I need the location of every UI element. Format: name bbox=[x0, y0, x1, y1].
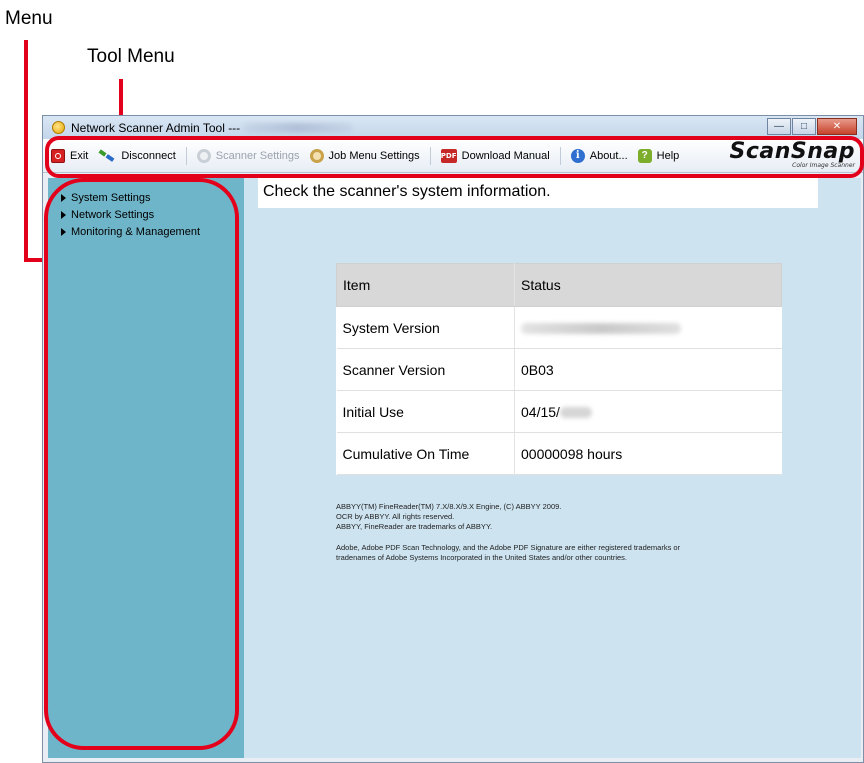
table-row: Initial Use 04/15/ bbox=[336, 390, 782, 433]
window-controls: — □ ✕ bbox=[767, 118, 857, 135]
column-header-item: Item bbox=[336, 263, 515, 307]
status-value: 04/15/ bbox=[521, 403, 560, 420]
window-title: Network Scanner Admin Tool --- bbox=[71, 121, 241, 135]
table-row: Scanner Version 0B03 bbox=[336, 348, 782, 391]
trademark-notes: ABBYY(TM) FineReader(TM) 7.X/8.X/9.X Eng… bbox=[336, 502, 806, 563]
table-row: System Version bbox=[336, 306, 782, 349]
menu-callout-line-vertical bbox=[24, 40, 28, 262]
blurred-system-version bbox=[521, 323, 681, 335]
page-title: Check the scanner's system information. bbox=[263, 183, 551, 200]
content-header: Check the scanner's system information. bbox=[258, 178, 818, 208]
system-info-table: Item Status System Version Scanner Versi… bbox=[336, 263, 782, 475]
main-content: Check the scanner's system information. … bbox=[244, 178, 861, 758]
item-cell: Cumulative On Time bbox=[336, 432, 515, 475]
note-line: Adobe, Adobe PDF Scan Technology, and th… bbox=[336, 543, 681, 552]
note-line: ABBYY(TM) FineReader(TM) 7.X/8.X/9.X Eng… bbox=[336, 502, 562, 511]
status-cell: 00000098 hours bbox=[514, 432, 782, 475]
item-cell: Initial Use bbox=[336, 390, 515, 433]
close-button[interactable]: ✕ bbox=[817, 118, 857, 135]
item-cell: System Version bbox=[336, 306, 515, 349]
menu-highlight bbox=[44, 178, 239, 750]
blurred-title-suffix bbox=[243, 123, 353, 133]
tool-menu-callout-label: Tool Menu bbox=[87, 46, 175, 67]
table-row: Cumulative On Time 00000098 hours bbox=[336, 432, 782, 475]
blurred-year bbox=[559, 407, 592, 419]
status-cell: 04/15/ bbox=[514, 390, 782, 433]
column-header-status: Status bbox=[514, 263, 782, 307]
minimize-button[interactable]: — bbox=[767, 118, 791, 135]
note-line: ABBYY, FineReader are trademarks of ABBY… bbox=[336, 522, 493, 531]
menu-callout-label: Menu bbox=[5, 8, 53, 29]
item-cell: Scanner Version bbox=[336, 348, 515, 391]
tool-menu-highlight bbox=[45, 136, 864, 178]
table-header-row: Item Status bbox=[336, 263, 782, 307]
note-line: OCR by ABBYY. All rights reserved. bbox=[336, 512, 455, 521]
status-cell: 0B03 bbox=[514, 348, 782, 391]
status-cell bbox=[514, 306, 782, 349]
maximize-button[interactable]: □ bbox=[792, 118, 816, 135]
note-line: tradenames of Adobe Systems Incorporated… bbox=[336, 553, 628, 562]
app-icon bbox=[52, 121, 65, 134]
